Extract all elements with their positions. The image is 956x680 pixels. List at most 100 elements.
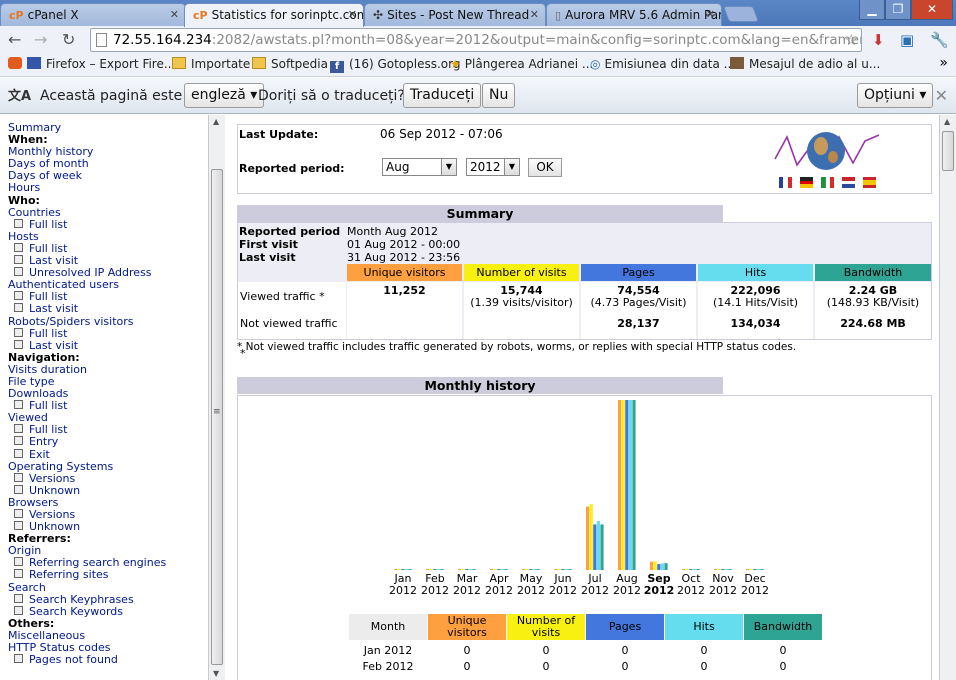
scroll-up-icon[interactable]: ▲ [213, 117, 219, 126]
language-select[interactable]: engleză ▾ [184, 83, 265, 108]
more-bookmarks-icon[interactable]: » [939, 55, 948, 71]
sidebar-heading: Who: [8, 193, 40, 207]
ok-button[interactable]: OK [528, 158, 562, 177]
tab-title: Sites - Post New Thread [387, 8, 530, 22]
tab-statistics[interactable]: cP Statistics for sorinptc.com ✕ [184, 3, 364, 27]
chart-bar [625, 400, 629, 570]
reported-period-label: Reported period: [239, 162, 345, 175]
scroll-down-icon[interactable]: ▼ [213, 669, 219, 678]
hist-col-month: Month [349, 614, 427, 640]
sidebar-link[interactable]: Full list [8, 327, 210, 340]
chart-bar [536, 569, 540, 570]
chart-bar [749, 569, 753, 570]
tab-title: Statistics for sorinptc.com [211, 8, 364, 22]
tick-year: 2012 [677, 584, 705, 597]
viewed-unique-visitors: 11,252 [347, 282, 462, 312]
year-select[interactable]: 2012 ▼ [466, 158, 520, 176]
back-arrow-icon[interactable]: ← [8, 30, 21, 49]
bookmark-star-icon[interactable]: ☆ [845, 29, 858, 51]
sidebar-link[interactable]: Versions [8, 472, 210, 485]
col-hits: Hits [698, 264, 813, 281]
not-viewed-pages: 28,137 [581, 309, 696, 339]
chart-bar [568, 569, 572, 570]
chart-bar [746, 569, 750, 570]
close-tab-icon[interactable]: ✕ [530, 8, 539, 21]
url-path: :2082/awstats.pl?month=08&year=2012&outp… [211, 32, 862, 48]
tab-aurora[interactable]: ▯ Aurora MRV 5.6 Admin Par ✕ [546, 3, 722, 26]
translate-question: Doriți să o traduceți? [258, 88, 405, 104]
tab-cpanel[interactable]: cP cPanel X ✕ [0, 3, 186, 26]
sidebar-link[interactable]: Referring sites [8, 569, 210, 581]
translate-button[interactable]: Traduceți [403, 83, 482, 108]
first-visit-value: 01 Aug 2012 - 00:00 [347, 238, 461, 251]
sidebar-link[interactable]: Pages not found [8, 654, 210, 666]
address-bar[interactable]: 72.55.164.234:2082/awstats.pl?month=08&y… [90, 28, 862, 52]
month-tick-label: Aug 2012 [611, 573, 643, 597]
flag-netherlands-icon[interactable] [842, 177, 855, 181]
tick-year: 2012 [643, 584, 675, 597]
tick-year: 2012 [389, 584, 417, 597]
forward-arrow-icon[interactable]: → [34, 30, 47, 49]
close-tab-icon[interactable]: ✕ [170, 8, 179, 21]
chart-bar [596, 521, 600, 570]
no-button[interactable]: Nu [482, 83, 516, 108]
scrollbar-thumb[interactable] [211, 169, 223, 665]
scrollbar-thumb[interactable] [942, 131, 954, 171]
history-table-cell: 0 [542, 644, 550, 657]
scroll-up-icon[interactable]: ▲ [944, 117, 950, 126]
chart-bar [525, 569, 529, 570]
sidebar-scrollbar[interactable]: ▲ ≡ ▼ [208, 115, 225, 680]
chart-bar [564, 569, 568, 570]
folder-icon [252, 57, 266, 69]
minimize-button[interactable]: ▁ [859, 0, 885, 20]
sidebar-link[interactable]: Exit [8, 448, 210, 461]
history-table-cell: 0 [700, 644, 708, 657]
maximize-button[interactable]: ❐ [885, 0, 911, 20]
translate-prefix: Această pagină este în [40, 88, 200, 104]
sidebar-link[interactable]: Search [8, 581, 210, 594]
chevron-down-icon: ▼ [441, 159, 456, 175]
sidebar-link[interactable]: Robots/Spiders visitors [8, 315, 210, 328]
sidebar-link[interactable]: Last visit [8, 339, 210, 352]
main-scrollbar[interactable]: ▲ [939, 115, 956, 680]
sidebar-link[interactable]: Entry [8, 436, 210, 448]
folder-icon [172, 57, 186, 69]
bookmark-plangerea[interactable]: ★ Plângerea Adrianei ... [450, 57, 593, 71]
monthly-history-title: Monthly history [237, 377, 723, 394]
new-tab-button[interactable] [723, 6, 759, 22]
bookmark-mesajul[interactable]: Mesajul de adio al u... [730, 57, 880, 71]
tick-year: 2012 [485, 584, 513, 597]
chart-bar [440, 569, 444, 570]
close-icon[interactable]: ✕ [935, 86, 948, 105]
close-tab-icon[interactable]: ✕ [706, 8, 715, 21]
sidebar-link[interactable]: Countries [8, 206, 210, 219]
flag-spain-icon[interactable] [863, 177, 876, 180]
bookmark-gotopless[interactable]: f (16) Gotopless.org [330, 57, 460, 73]
not-viewed-number-of-visits [464, 309, 579, 339]
flag-italy-icon[interactable] [821, 177, 826, 188]
col-pages: Pages [581, 264, 696, 281]
reload-icon[interactable]: ↻ [62, 30, 75, 49]
chart-extension-icon[interactable]: ▣ [900, 31, 914, 49]
close-tab-icon[interactable]: ✕ [348, 8, 357, 21]
sidebar-link[interactable]: Operating Systems [8, 460, 210, 473]
bookmark-importate[interactable]: Importate [172, 57, 250, 71]
close-window-button[interactable]: ✕ [911, 0, 953, 20]
chart-bar [653, 561, 657, 570]
bookmark-softpedia[interactable]: Softpedia [252, 57, 328, 71]
bookmark-emisiunea[interactable]: ◎ Emisiunea din data ... [590, 57, 735, 71]
chart-bar [426, 569, 430, 570]
sidebar-link[interactable]: Search Keyphrases [8, 593, 210, 606]
options-button[interactable]: Opțiuni ▾ [857, 83, 934, 108]
flag-germany-icon[interactable] [800, 177, 813, 181]
sidebar-link[interactable]: Hours [8, 182, 210, 194]
viewed-number-of-visits: 15,744 (1.39 visits/visitor) [464, 282, 579, 312]
bookmark-firefox[interactable]: Firefox – Export Fire... [8, 57, 175, 71]
download-extension-icon[interactable]: ⬇ [872, 31, 885, 49]
tab-sites[interactable]: ✣ Sites - Post New Thread ✕ [364, 3, 546, 26]
wrench-icon[interactable]: 🔧 [930, 31, 949, 49]
month-select[interactable]: Aug ▼ [382, 158, 457, 176]
tab-strip: cP cPanel X ✕ cP Statistics for sorinptc.c… [0, 0, 956, 27]
chart-bar [522, 569, 526, 570]
sidebar-link[interactable]: Last visit [8, 303, 210, 315]
